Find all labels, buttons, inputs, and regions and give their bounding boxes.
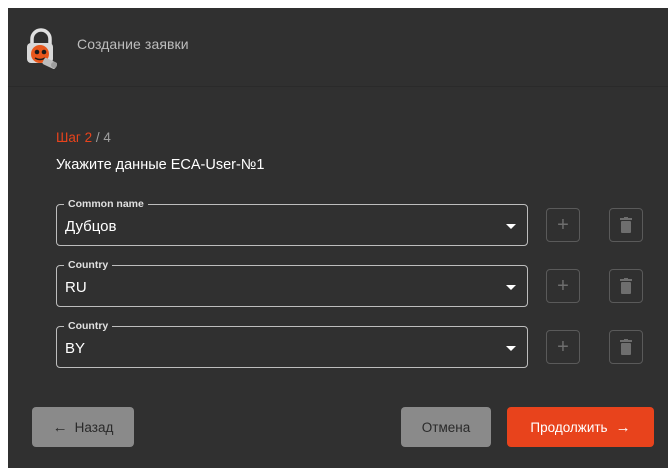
trash-icon bbox=[620, 278, 632, 294]
delete-field-button[interactable] bbox=[609, 269, 643, 303]
dialog-title: Создание заявки bbox=[77, 36, 189, 52]
dialog-header: Создание заявки bbox=[8, 8, 668, 86]
chevron-down-icon bbox=[506, 224, 516, 229]
add-field-button[interactable]: + bbox=[546, 330, 580, 364]
step-prefix: Шаг bbox=[56, 130, 81, 145]
field-value: Дубцов bbox=[65, 218, 117, 235]
field-legend: Country bbox=[64, 258, 113, 272]
step-current-number: 2 bbox=[84, 130, 93, 145]
add-field-button[interactable]: + bbox=[546, 208, 580, 242]
back-button-label: Назад bbox=[74, 419, 114, 435]
cancel-button-label: Отмена bbox=[421, 419, 471, 435]
delete-field-button[interactable] bbox=[609, 330, 643, 364]
add-field-button[interactable]: + bbox=[546, 269, 580, 303]
step-total: 4 bbox=[103, 130, 111, 145]
plus-icon: + bbox=[557, 336, 569, 358]
step-separator: / bbox=[92, 130, 104, 145]
continue-button-label: Продолжить bbox=[530, 419, 608, 435]
header-divider bbox=[8, 86, 668, 87]
field-value: BY bbox=[65, 340, 86, 357]
delete-field-button[interactable] bbox=[609, 208, 643, 242]
plus-icon: + bbox=[557, 275, 569, 297]
country-select[interactable]: Country BY bbox=[56, 319, 528, 368]
step-indicator: Шаг 2 / 4 bbox=[56, 130, 111, 145]
trash-icon bbox=[620, 339, 632, 355]
country-select[interactable]: Country RU bbox=[56, 258, 528, 307]
trash-icon bbox=[620, 217, 632, 233]
chevron-down-icon bbox=[506, 346, 516, 351]
plus-icon: + bbox=[557, 214, 569, 236]
lock-robot-icon bbox=[27, 28, 57, 69]
step-current: Шаг 2 bbox=[56, 130, 92, 145]
back-button[interactable]: ← Назад bbox=[32, 407, 134, 447]
continue-button[interactable]: Продолжить → bbox=[507, 407, 654, 447]
step-title: Укажите данные ECA-User-№1 bbox=[56, 157, 265, 173]
create-request-dialog: Создание заявки Шаг 2 / 4 Укажите данные… bbox=[8, 8, 668, 468]
field-value: RU bbox=[65, 279, 87, 296]
common-name-select[interactable]: Common name Дубцов bbox=[56, 197, 528, 246]
field-legend: Country bbox=[64, 319, 113, 333]
field-legend: Common name bbox=[64, 197, 148, 211]
arrow-right-icon: → bbox=[615, 418, 631, 436]
cancel-button[interactable]: Отмена bbox=[401, 407, 491, 447]
chevron-down-icon bbox=[506, 285, 516, 290]
arrow-left-icon: ← bbox=[52, 418, 68, 436]
